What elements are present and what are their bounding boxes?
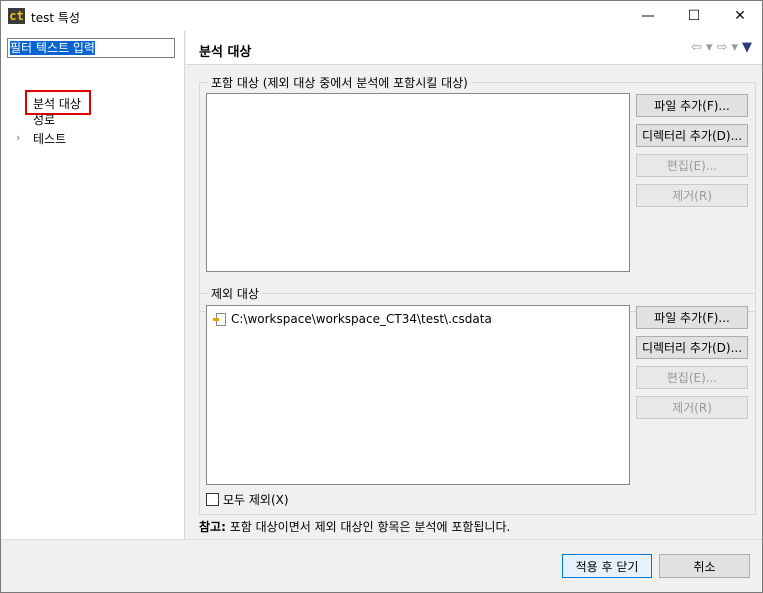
- exclude-remove-button[interactable]: 제거(R): [636, 396, 748, 419]
- back-icon[interactable]: ⇦: [691, 40, 702, 55]
- filter-input-text: 필터 텍스트 입력: [10, 41, 95, 55]
- minimize-button[interactable]: —: [625, 1, 671, 31]
- include-edit-button[interactable]: 편집(E)...: [636, 154, 748, 177]
- note-prefix: 참고:: [199, 520, 226, 534]
- include-add-file-button[interactable]: 파일 추가(F)...: [636, 94, 748, 117]
- include-group-label: 포함 대상 (제외 대상 중에서 분석에 포함시킬 대상): [208, 74, 471, 91]
- note-text: 참고: 포함 대상이면서 제외 대상인 항목은 분석에 포함됩니다.: [199, 518, 510, 535]
- include-remove-button[interactable]: 제거(R): [636, 184, 748, 207]
- exclude-list[interactable]: C:\workspace\workspace_CT34\test\.csdata: [206, 305, 630, 485]
- app-icon: ct: [8, 8, 25, 24]
- forward-icon[interactable]: ⇨: [717, 40, 728, 55]
- page-header: 분석 대상 ⇦ ▾ ⇨ ▾ ▼: [186, 31, 762, 65]
- cancel-button[interactable]: 취소: [659, 554, 750, 578]
- sidebar-item-label: 성로: [33, 113, 56, 127]
- close-button[interactable]: ✕: [717, 1, 763, 31]
- file-icon: [213, 312, 227, 326]
- title-bar: ct test 특성 — ☐ ✕: [0, 0, 763, 31]
- menu-icon[interactable]: ▼: [742, 40, 752, 55]
- exclude-add-file-button[interactable]: 파일 추가(F)...: [636, 306, 748, 329]
- sidebar-item-label: 테스트: [33, 132, 67, 146]
- exclude-group-label: 제외 대상: [208, 285, 262, 302]
- exclude-all-label: 모두 제외(X): [223, 493, 289, 507]
- sidebar: 필터 텍스트 입력 분석 대상 성로 › 테스트: [1, 31, 185, 539]
- checkbox-icon[interactable]: [206, 493, 219, 506]
- sidebar-item-label: 분석 대상: [33, 97, 81, 111]
- dropdown-icon[interactable]: ▾: [706, 40, 713, 55]
- filter-input[interactable]: 필터 텍스트 입력: [7, 38, 175, 58]
- dropdown-icon[interactable]: ▾: [731, 40, 738, 55]
- exclude-edit-button[interactable]: 편집(E)...: [636, 366, 748, 389]
- chevron-right-icon[interactable]: ›: [16, 131, 20, 144]
- list-item[interactable]: C:\workspace\workspace_CT34\test\.csdata: [213, 312, 492, 326]
- include-add-directory-button[interactable]: 디렉터리 추가(D)...: [636, 124, 748, 147]
- list-item-path: C:\workspace\workspace_CT34\test\.csdata: [231, 312, 492, 326]
- window-title: test 특성: [31, 11, 80, 25]
- sidebar-item-test[interactable]: 테스트: [33, 130, 66, 147]
- nav-icons: ⇦ ▾ ⇨ ▾ ▼: [691, 40, 752, 55]
- exclude-all-checkbox[interactable]: 모두 제외(X): [206, 491, 289, 508]
- page-title: 분석 대상: [199, 45, 252, 60]
- apply-and-close-button[interactable]: 적용 후 닫기: [562, 554, 652, 578]
- maximize-button[interactable]: ☐: [671, 1, 717, 31]
- exclude-add-directory-button[interactable]: 디렉터리 추가(D)...: [636, 336, 748, 359]
- sidebar-item-2[interactable]: 성로: [33, 111, 55, 128]
- include-list[interactable]: [206, 93, 630, 272]
- note-body: 포함 대상이면서 제외 대상인 항목은 분석에 포함됩니다.: [225, 520, 511, 534]
